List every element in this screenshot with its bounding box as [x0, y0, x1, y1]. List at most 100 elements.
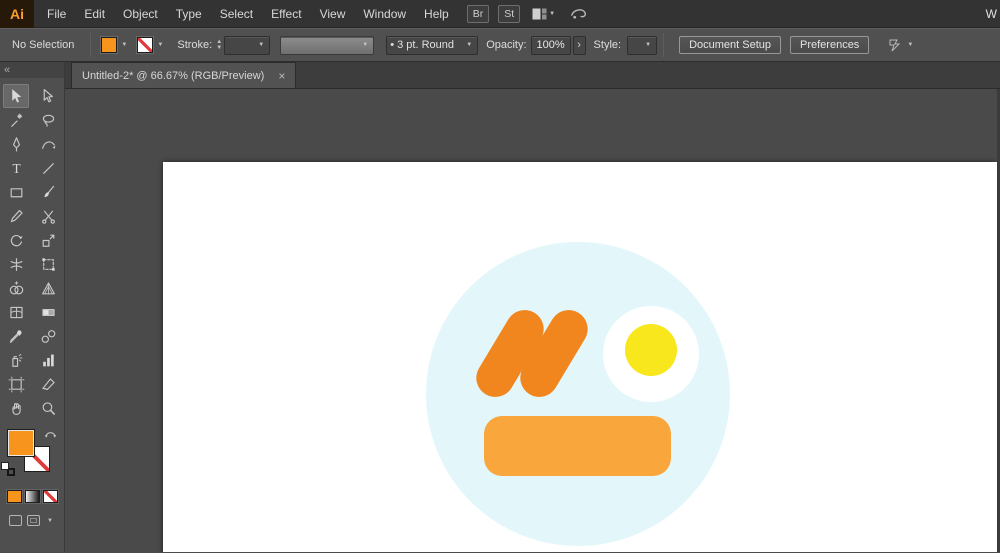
- fill-color-control[interactable]: [101, 37, 129, 53]
- control-bar: No Selection Stroke: ▲▼ • 3 pt. Round Op…: [0, 28, 1000, 62]
- slice-tool[interactable]: [35, 372, 61, 396]
- shape-builder-tool[interactable]: [3, 276, 29, 300]
- chevron-down-icon: [360, 40, 370, 50]
- selection-icon: [8, 88, 25, 105]
- scale-icon: [40, 232, 57, 249]
- preferences-button[interactable]: Preferences: [790, 36, 869, 54]
- draw-normal-button[interactable]: [9, 515, 22, 526]
- chevron-down-icon: [256, 40, 266, 50]
- symbol-sprayer-tool[interactable]: [3, 348, 29, 372]
- menu-item-window[interactable]: Window: [354, 0, 415, 28]
- perspective-grid-tool[interactable]: [35, 276, 61, 300]
- curvature-tool[interactable]: [35, 132, 61, 156]
- workspace-icon[interactable]: [887, 38, 915, 52]
- chevron-down-icon[interactable]: [155, 40, 165, 50]
- artboard-icon: [8, 376, 25, 393]
- chevron-down-icon: [643, 40, 653, 50]
- lasso-icon: [40, 112, 57, 129]
- eyedropper-tool[interactable]: [3, 324, 29, 348]
- stock-button[interactable]: St: [498, 5, 520, 23]
- fill-swatch[interactable]: [101, 37, 117, 53]
- menu-item-file[interactable]: File: [38, 0, 75, 28]
- selection-tool[interactable]: [3, 84, 29, 108]
- paintbrush-tool[interactable]: [35, 180, 61, 204]
- brush-definition-combo[interactable]: • 3 pt. Round: [386, 36, 478, 55]
- opacity-input[interactable]: 100%: [531, 36, 571, 55]
- menu-item-type[interactable]: Type: [167, 0, 211, 28]
- width-profile-combo[interactable]: [280, 36, 374, 55]
- gradient-tool[interactable]: [35, 300, 61, 324]
- toast[interactable]: [484, 416, 671, 476]
- menu-item-object[interactable]: Object: [114, 0, 167, 28]
- stroke-weight-combo[interactable]: [224, 36, 270, 55]
- mesh-tool[interactable]: [3, 300, 29, 324]
- document-tab[interactable]: Untitled-2* @ 66.67% (RGB/Preview) ×: [71, 62, 296, 88]
- line-segment-tool[interactable]: [35, 156, 61, 180]
- gradient-icon: [40, 304, 57, 321]
- scissors-icon: [40, 208, 57, 225]
- blend-tool[interactable]: [35, 324, 61, 348]
- color-mode-button[interactable]: [7, 490, 22, 503]
- window-partial-text: W: [986, 7, 1000, 21]
- default-fill-stroke-icon[interactable]: [1, 462, 15, 476]
- swap-fill-stroke-icon[interactable]: [44, 428, 57, 442]
- rectangle-tool[interactable]: [3, 180, 29, 204]
- column-graph-tool[interactable]: [35, 348, 61, 372]
- canvas[interactable]: [65, 89, 1000, 552]
- stroke-weight-stepper[interactable]: ▲▼: [216, 39, 222, 51]
- menu-item-view[interactable]: View: [311, 0, 355, 28]
- scale-tool[interactable]: [35, 228, 61, 252]
- type-icon: T: [8, 160, 25, 177]
- document-setup-button[interactable]: Document Setup: [679, 36, 781, 54]
- free-transform-tool[interactable]: [35, 252, 61, 276]
- artboard[interactable]: [163, 162, 997, 552]
- rotate-tool[interactable]: [3, 228, 29, 252]
- menu-item-effect[interactable]: Effect: [262, 0, 310, 28]
- bridge-button[interactable]: Br: [467, 5, 490, 23]
- pencil-icon: [8, 208, 25, 225]
- panel-collapse-button[interactable]: «: [0, 62, 64, 78]
- stroke-color-control[interactable]: [137, 37, 165, 53]
- menu-item-select[interactable]: Select: [211, 0, 262, 28]
- tab-bar: Untitled-2* @ 66.67% (RGB/Preview) ×: [65, 62, 1000, 89]
- width-tool[interactable]: [3, 252, 29, 276]
- menu-items: FileEditObjectTypeSelectEffectViewWindow…: [38, 0, 458, 28]
- lasso-tool[interactable]: [35, 108, 61, 132]
- pen-tool[interactable]: [3, 132, 29, 156]
- none-mode-button[interactable]: [43, 490, 58, 503]
- chevron-down-icon[interactable]: [45, 516, 55, 526]
- direct-selection-tool[interactable]: [35, 84, 61, 108]
- free-transform-icon: [40, 256, 57, 273]
- shape-builder-icon: [8, 280, 25, 297]
- drawing-mode-row: [0, 515, 64, 526]
- hand-icon: [8, 400, 25, 417]
- rotate-icon: [8, 232, 25, 249]
- plate-circle[interactable]: [426, 242, 730, 546]
- mesh-icon: [8, 304, 25, 321]
- gradient-mode-button[interactable]: [25, 490, 40, 503]
- width-icon: [8, 256, 25, 273]
- zoom-icon: [40, 400, 57, 417]
- type-tool[interactable]: T: [3, 156, 29, 180]
- arrange-documents-button[interactable]: [532, 8, 557, 20]
- menu-item-edit[interactable]: Edit: [75, 0, 114, 28]
- magic-wand-tool[interactable]: [3, 108, 29, 132]
- style-combo[interactable]: [627, 36, 657, 55]
- fill-proxy-swatch[interactable]: [8, 430, 34, 456]
- egg-yolk[interactable]: [625, 324, 677, 376]
- chevron-down-icon[interactable]: [119, 40, 129, 50]
- column-graph-icon: [40, 352, 57, 369]
- opacity-panel-button[interactable]: ›: [573, 36, 586, 55]
- zoom-tool[interactable]: [35, 396, 61, 420]
- hand-tool[interactable]: [3, 396, 29, 420]
- paintbrush-icon: [40, 184, 57, 201]
- stroke-none-swatch[interactable]: [137, 37, 153, 53]
- artboard-tool[interactable]: [3, 372, 29, 396]
- pencil-tool[interactable]: [3, 204, 29, 228]
- menu-item-help[interactable]: Help: [415, 0, 458, 28]
- chevron-down-icon: [464, 40, 474, 50]
- tab-close-button[interactable]: ×: [278, 69, 285, 83]
- scissors-tool[interactable]: [35, 204, 61, 228]
- hand-gesture-icon[interactable]: [569, 6, 589, 21]
- draw-inside-button[interactable]: [27, 515, 40, 526]
